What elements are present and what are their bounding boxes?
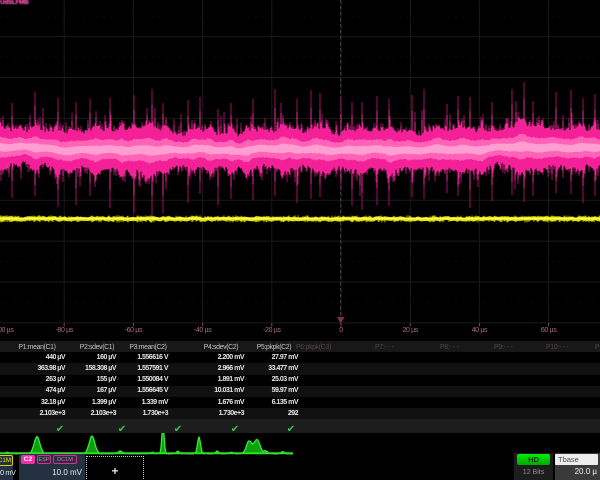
svg-text:-80 µs: -80 µs	[55, 327, 73, 334]
svg-text:40 µs: 40 µs	[472, 327, 488, 334]
svg-text:-40 µs: -40 µs	[194, 327, 212, 334]
svg-text:60 µs: 60 µs	[541, 327, 557, 334]
svg-text:0: 0	[339, 327, 343, 334]
svg-text:-60 µs: -60 µs	[125, 327, 143, 334]
svg-text:20 µs: 20 µs	[402, 327, 418, 334]
svg-text:-20 µs: -20 µs	[263, 327, 281, 334]
svg-text:00 µs: 00 µs	[0, 327, 14, 334]
